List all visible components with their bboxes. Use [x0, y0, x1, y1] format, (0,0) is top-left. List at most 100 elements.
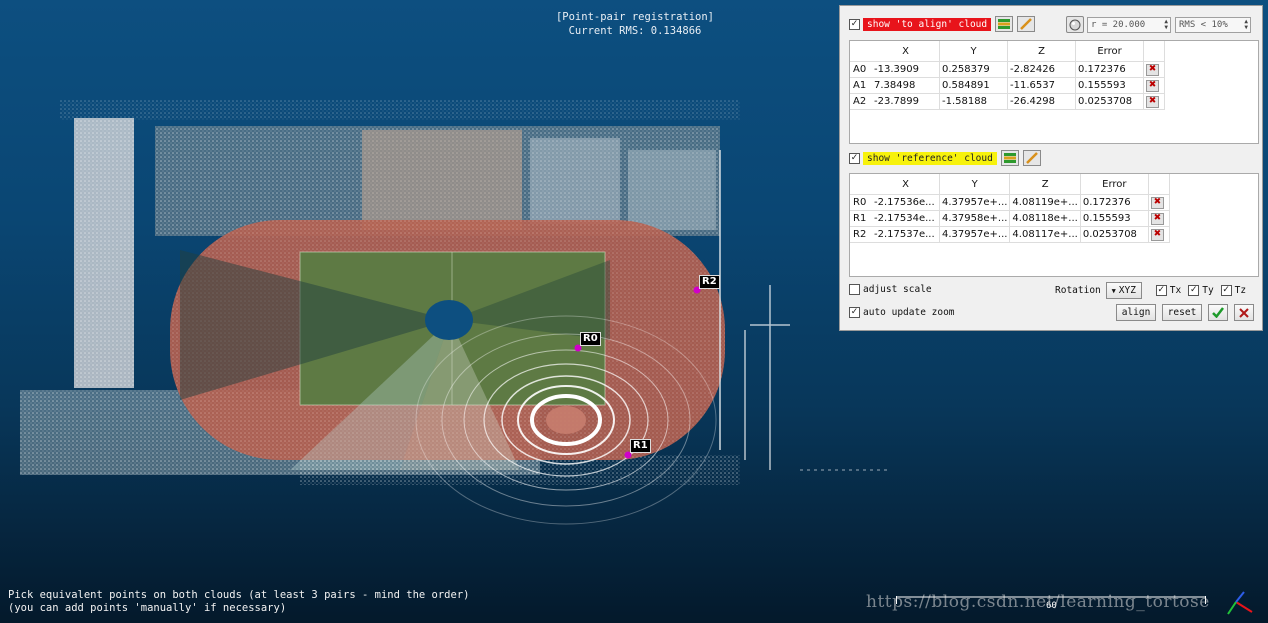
edit-reference-cloud-button[interactable]: [1022, 150, 1041, 166]
delete-cell: ✖: [1143, 77, 1165, 94]
align-header-z: Z: [1007, 41, 1076, 62]
tz-checkbox[interactable]: ✓: [1220, 285, 1232, 296]
cell-z[interactable]: 4.08118e+...: [1009, 210, 1081, 227]
reference-header-y: Y: [939, 174, 1011, 195]
cell-x[interactable]: -23.7899: [872, 93, 940, 110]
table-row[interactable]: A1 7.38498 0.584891 -11.6537 0.155593 ✖: [850, 77, 1165, 94]
cancel-button[interactable]: [1234, 304, 1254, 321]
align-points-table[interactable]: X Y Z Error A0 -13.3909 0.258379 -2.8242…: [849, 40, 1259, 144]
align-header-x: X: [872, 41, 940, 62]
row-id: A2: [850, 93, 872, 110]
cell-y[interactable]: 4.37957e+...: [939, 194, 1011, 211]
row-id: R0: [850, 194, 872, 211]
delete-point-button[interactable]: ✖: [1146, 79, 1159, 92]
reference-header-z: Z: [1009, 174, 1081, 195]
cell-x[interactable]: -2.17537e...: [872, 226, 940, 243]
rotation-combo-value: XYZ: [1118, 285, 1136, 296]
ty-label: Ty: [1202, 285, 1214, 296]
registration-panel: ✓ show 'to align' cloud r = 20.000 ▲ ▼ RM…: [839, 5, 1263, 331]
row-id: A0: [850, 61, 872, 78]
validate-button[interactable]: [1208, 304, 1228, 321]
cell-y[interactable]: 0.584891: [939, 77, 1008, 94]
show-reference-cloud-checkbox[interactable]: ✓: [849, 152, 860, 164]
sphere-picking-button[interactable]: [1066, 16, 1084, 33]
cell-z[interactable]: -2.82426: [1007, 61, 1076, 78]
cell-x[interactable]: -2.17534e...: [872, 210, 940, 227]
ty-checkbox[interactable]: ✓: [1188, 285, 1200, 296]
adjust-scale-checkbox[interactable]: [849, 284, 860, 295]
picking-options: r = 20.000 ▲ ▼ RMS < 10% ▲ ▼: [1062, 16, 1251, 33]
instruction-text: Pick equivalent points on both clouds (a…: [8, 589, 469, 615]
cell-z[interactable]: 4.08119e+...: [1009, 194, 1081, 211]
cell-z[interactable]: -11.6537: [1007, 77, 1076, 94]
cell-x[interactable]: -2.17536e...: [872, 194, 940, 211]
delete-point-button[interactable]: ✖: [1150, 196, 1164, 209]
reference-header-delete: [1148, 174, 1170, 195]
delete-point-button[interactable]: ✖: [1150, 212, 1164, 225]
delete-cell: ✖: [1148, 226, 1170, 243]
delete-point-button[interactable]: ✖: [1146, 63, 1159, 76]
combo-arrows-icon[interactable]: ▲ ▼: [1244, 18, 1248, 31]
checkmark-icon: [1212, 307, 1224, 318]
cell-error: 0.172376: [1080, 194, 1149, 211]
delete-cell: ✖: [1143, 93, 1165, 110]
table-row[interactable]: R0 -2.17536e... 4.37957e+... 4.08119e+..…: [850, 194, 1170, 211]
delete-point-button[interactable]: ✖: [1150, 228, 1164, 241]
rotation-label: Rotation: [1055, 285, 1101, 296]
table-row[interactable]: A2 -23.7899 -1.58188 -26.4298 0.0253708 …: [850, 93, 1165, 110]
cell-x[interactable]: -13.3909: [872, 61, 940, 78]
delete-point-button[interactable]: ✖: [1146, 95, 1159, 108]
sphere-radius-spinbox[interactable]: r = 20.000 ▲ ▼: [1087, 16, 1171, 33]
reference-header-corner: [850, 174, 872, 195]
marker-label-r2: R2: [699, 275, 720, 289]
cell-z[interactable]: 4.08117e+...: [1009, 226, 1081, 243]
convert-align-cloud-button[interactable]: [995, 16, 1014, 32]
tz-label: Tz: [1234, 285, 1247, 296]
auto-update-zoom-option[interactable]: ✓ auto update zoom: [849, 307, 955, 318]
cell-y[interactable]: 4.37957e+...: [939, 226, 1011, 243]
pencil-icon: [1020, 18, 1032, 30]
show-reference-cloud-label[interactable]: show 'reference' cloud: [863, 151, 997, 165]
cell-error: 0.172376: [1075, 61, 1144, 78]
watermark-text: https://blog.csdn.net/learning_tortose: [866, 592, 1210, 612]
delete-cell: ✖: [1143, 61, 1165, 78]
cell-error: 0.0253708: [1075, 93, 1144, 110]
auto-update-zoom-checkbox[interactable]: ✓: [849, 307, 860, 318]
rotation-combo[interactable]: ▼ XYZ: [1105, 282, 1142, 299]
cell-y[interactable]: 0.258379: [939, 61, 1008, 78]
cell-z[interactable]: -26.4298: [1007, 93, 1076, 110]
action-buttons: align reset: [1116, 304, 1254, 321]
adjust-scale-option[interactable]: adjust scale: [849, 284, 932, 295]
table-row[interactable]: R2 -2.17537e... 4.37957e+... 4.08117e+..…: [850, 226, 1170, 243]
align-button[interactable]: align: [1116, 304, 1156, 321]
viewport-title-block: [Point-pair registration] Current RMS: 0…: [540, 10, 730, 38]
table-row[interactable]: A0 -13.3909 0.258379 -2.82426 0.172376 ✖: [850, 61, 1165, 78]
reset-button[interactable]: reset: [1162, 304, 1202, 321]
row-id: R2: [850, 226, 872, 243]
layers-icon: [1003, 153, 1016, 163]
cell-x[interactable]: 7.38498: [872, 77, 940, 94]
instruction-line-2: (you can add points 'manually' if necess…: [8, 602, 287, 614]
table-row[interactable]: R1 -2.17534e... 4.37958e+... 4.08118e+..…: [850, 210, 1170, 227]
cell-y[interactable]: -1.58188: [939, 93, 1008, 110]
sphere-icon: [1069, 19, 1081, 30]
reference-points-table[interactable]: X Y Z Error R0 -2.17536e... 4.37957e+...…: [849, 173, 1259, 277]
rms-filter-value: RMS < 10%: [1179, 19, 1228, 30]
chevron-down-icon: ▼: [1111, 286, 1116, 295]
tx-label: Tx: [1169, 285, 1182, 296]
edit-align-cloud-button[interactable]: [1017, 16, 1036, 32]
show-align-cloud-label[interactable]: show 'to align' cloud: [863, 17, 992, 31]
rms-filter-combo[interactable]: RMS < 10% ▲ ▼: [1175, 16, 1251, 33]
reference-table-header: X Y Z Error: [850, 174, 1170, 195]
marker-label-r1: R1: [630, 439, 651, 453]
sphere-radius-value: r = 20.000: [1091, 19, 1146, 30]
spin-arrows-icon[interactable]: ▲ ▼: [1164, 18, 1168, 31]
align-header-error: Error: [1075, 41, 1144, 62]
show-align-cloud-checkbox[interactable]: ✓: [849, 18, 860, 30]
cell-y[interactable]: 4.37958e+...: [939, 210, 1011, 227]
tx-checkbox[interactable]: ✓: [1155, 285, 1167, 296]
convert-reference-cloud-button[interactable]: [1000, 150, 1019, 166]
pencil-icon: [1025, 152, 1038, 164]
reference-cloud-toolbar: ✓ show 'reference' cloud: [849, 150, 1041, 166]
marker-label-r0: R0: [580, 332, 601, 346]
